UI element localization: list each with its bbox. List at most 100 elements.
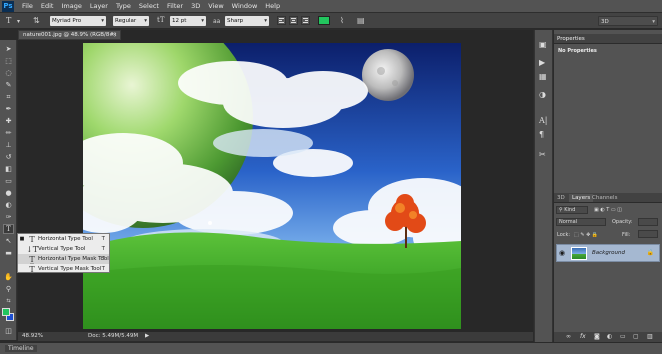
type-tool-preset-icon[interactable]: T <box>6 16 11 25</box>
shortcut-key: T <box>101 236 105 242</box>
character-panel-icon[interactable]: ▤ <box>357 16 365 25</box>
canvas-image[interactable] <box>83 43 461 329</box>
menu-select[interactable]: Select <box>139 2 159 10</box>
brush-tool-icon[interactable]: ✏ <box>3 128 14 138</box>
layer-thumbnail <box>571 247 587 260</box>
fill-input[interactable] <box>638 230 658 238</box>
new-group-icon[interactable]: ▭ <box>620 333 626 340</box>
menu-item-label: Horizontal Type Tool <box>38 236 93 242</box>
path-selection-tool-icon[interactable]: ↖ <box>3 236 14 246</box>
actions-panel-icon[interactable]: ▶ <box>539 58 545 67</box>
layer-filter-kind-select[interactable]: ⚲ Kind <box>556 206 588 214</box>
tools-panel: ➤ ⬚ ◌ ✎ ⌗ ✒ ✚ ✏ ⊥ ↺ ◧ ▭ ● ◐ ✑ T ↖ ▬ ✋ ⚲ … <box>0 40 17 340</box>
channels-tab[interactable]: Channels <box>592 195 617 201</box>
menu-view[interactable]: View <box>208 2 223 10</box>
close-icon[interactable]: × <box>112 31 117 40</box>
properties-panel-header: Properties <box>554 34 662 44</box>
layer-row-background[interactable]: ◉ Background 🔒 <box>556 244 660 262</box>
opacity-input[interactable] <box>638 218 658 226</box>
quick-selection-tool-icon[interactable]: ✎ <box>3 80 14 90</box>
3d-tab[interactable]: 3D <box>557 195 565 201</box>
marquee-tool-icon[interactable]: ⬚ <box>3 56 14 66</box>
layers-tab[interactable]: Layers <box>569 194 594 202</box>
vertical-type-icon: ↓T <box>26 244 39 254</box>
align-right-button[interactable] <box>301 16 310 25</box>
font-style-select[interactable]: Regular <box>113 16 149 26</box>
blur-tool-icon[interactable]: ● <box>3 188 14 198</box>
clone-stamp-tool-icon[interactable]: ⊥ <box>3 140 14 150</box>
eye-icon[interactable]: ◉ <box>559 249 565 257</box>
search-icon: ⚲ <box>559 207 563 213</box>
shortcut-key: T <box>101 256 105 262</box>
type-tool-flyout: ■ T Horizontal Type Tool T ↓T Vertical T… <box>17 233 110 274</box>
hand-tool-icon[interactable]: ✋ <box>3 272 14 282</box>
crop-tool-icon[interactable]: ⌗ <box>3 92 14 102</box>
eraser-tool-icon[interactable]: ◧ <box>3 164 14 174</box>
layer-mask-icon[interactable]: ◙ <box>594 333 600 340</box>
document-tab[interactable]: nature001.jpg @ 48.9% (RGB/8#) × <box>18 30 121 40</box>
menu-image[interactable]: Image <box>61 2 81 10</box>
menu-3d[interactable]: 3D <box>191 2 200 10</box>
foreground-color-swatch[interactable] <box>2 308 10 316</box>
menu-window[interactable]: Window <box>232 2 258 10</box>
menu-item-label: Vertical Type Mask Tool <box>38 266 102 272</box>
adjustment-layer-icon[interactable]: ◐ <box>607 333 612 340</box>
adjustments-panel-icon[interactable]: ◑ <box>539 90 546 99</box>
preset-dropdown-icon[interactable]: ▾ <box>17 18 20 25</box>
document-size: Doc: 5.49M/5.49M <box>88 333 139 339</box>
swatches-panel-icon[interactable]: ▦ <box>539 72 547 81</box>
font-size-select[interactable]: 12 pt <box>170 16 206 26</box>
active-bullet-icon: ■ <box>19 236 25 242</box>
menu-layer[interactable]: Layer <box>90 2 108 10</box>
toggle-orientation-icon[interactable]: ⇅ <box>33 16 40 25</box>
menu-type[interactable]: Type <box>116 2 131 10</box>
properties-tab[interactable]: Properties <box>557 36 585 42</box>
zoom-tool-icon[interactable]: ⚲ <box>3 284 14 294</box>
status-menu-arrow-icon[interactable]: ▶ <box>145 333 149 339</box>
vertical-type-mask-tool-item[interactable]: T̲ Vertical Type Mask Tool T <box>18 264 109 274</box>
swap-colors-icon[interactable]: ⇆ <box>3 296 14 306</box>
delete-layer-icon[interactable]: ▥ <box>647 333 653 340</box>
shape-tool-icon[interactable]: ▬ <box>3 248 14 258</box>
blend-mode-select[interactable]: Normal <box>556 218 606 226</box>
filter-icons[interactable]: ▣ ◐ T ▭ ◫ <box>594 207 622 213</box>
menu-edit[interactable]: Edit <box>41 2 54 10</box>
text-color-swatch[interactable] <box>318 16 330 25</box>
align-center-button[interactable] <box>289 16 298 25</box>
link-layers-icon[interactable]: ∞ <box>566 333 571 340</box>
horizontal-type-tool-item[interactable]: ■ T Horizontal Type Tool T <box>18 234 109 244</box>
eyedropper-tool-icon[interactable]: ✒ <box>3 104 14 114</box>
photoshop-logo: Ps <box>2 0 14 12</box>
workspace-select[interactable]: 3D <box>598 16 658 27</box>
menu-filter[interactable]: Filter <box>167 2 183 10</box>
font-family-select[interactable]: Myriad Pro <box>50 16 106 26</box>
pen-tool-icon[interactable]: ✑ <box>3 212 14 222</box>
lasso-tool-icon[interactable]: ◌ <box>3 68 14 78</box>
paragraph-panel-icon[interactable]: ¶ <box>539 130 544 139</box>
anti-alias-select[interactable]: Sharp <box>225 16 269 26</box>
fantasy-landscape-image <box>83 43 461 329</box>
character-panel-icon[interactable]: A| <box>539 116 547 125</box>
menu-file[interactable]: File <box>22 2 33 10</box>
zoom-level[interactable]: 48.92% <box>22 333 43 339</box>
vertical-type-tool-item[interactable]: ↓T Vertical Type Tool T <box>18 244 109 254</box>
tool-presets-icon[interactable]: ✂ <box>539 150 546 159</box>
healing-brush-tool-icon[interactable]: ✚ <box>3 116 14 126</box>
move-tool-icon[interactable]: ➤ <box>3 44 14 54</box>
layer-style-icon[interactable]: fx <box>580 333 586 340</box>
history-brush-tool-icon[interactable]: ↺ <box>3 152 14 162</box>
vertical-type-mask-icon: T̲ <box>29 264 35 274</box>
lock-icon: 🔒 <box>646 249 654 256</box>
gradient-tool-icon[interactable]: ▭ <box>3 176 14 186</box>
dodge-tool-icon[interactable]: ◐ <box>3 200 14 210</box>
type-tool-icon[interactable]: T <box>3 224 14 234</box>
align-left-button[interactable] <box>277 16 286 25</box>
warp-text-icon[interactable]: ⌇ <box>340 16 344 25</box>
history-panel-icon[interactable]: ▣ <box>539 40 547 49</box>
lock-icons[interactable]: ⬚ ✎ ✥ 🔒 <box>574 232 598 238</box>
new-layer-icon[interactable]: ▢ <box>633 333 639 340</box>
timeline-tab[interactable]: Timeline <box>5 345 37 352</box>
menu-help[interactable]: Help <box>265 2 280 10</box>
horizontal-type-mask-tool-item[interactable]: T̲ Horizontal Type Mask Tool T <box>18 254 109 264</box>
quick-mask-icon[interactable]: ◫ <box>3 326 14 336</box>
